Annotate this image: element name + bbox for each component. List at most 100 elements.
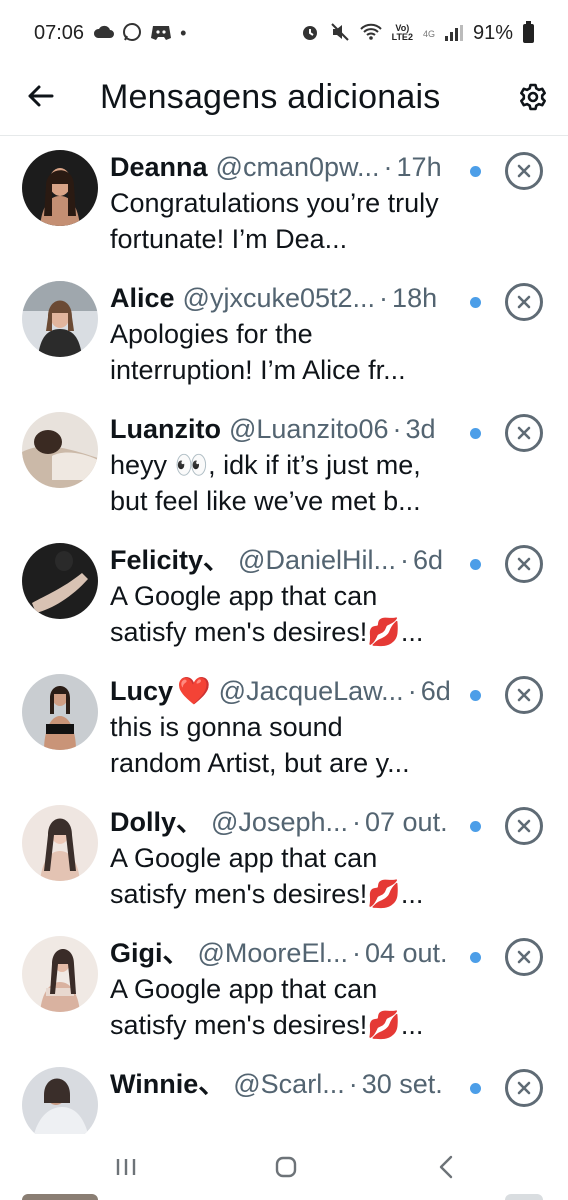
message-header: Luanzito @Luanzito06 · 3d: [110, 412, 490, 446]
sender-handle: @Joseph...: [211, 807, 348, 837]
sender-name: Felicity、: [110, 545, 231, 575]
message-content: Lucy ❤️ @JacqueLaw... · 6d this is gonna…: [110, 674, 490, 781]
battery-icon: [523, 20, 534, 43]
message-header: Alice @yjxcuke05t2... · 18h: [110, 281, 490, 315]
message-content: Dolly、 @Joseph... · 07 out. A Google app…: [110, 805, 490, 912]
separator-dot: ·: [383, 152, 393, 182]
home-icon[interactable]: [266, 1152, 306, 1182]
gear-icon[interactable]: [516, 80, 550, 114]
battery-percent: 91%: [472, 21, 513, 44]
sender-name: Luanzito: [110, 414, 221, 444]
list-item[interactable]: Gigi、 @MooreEl... · 04 out. A Google app…: [0, 922, 568, 1053]
wifi-icon: [359, 23, 382, 44]
list-item[interactable]: Lucy ❤️ @JacqueLaw... · 6d this is gonna…: [0, 660, 568, 791]
sender-name: Lucy: [110, 676, 174, 706]
unread-dot: [470, 952, 481, 963]
message-content: Gigi、 @MooreEl... · 04 out. A Google app…: [110, 936, 490, 1043]
separator-dot: ·: [348, 1069, 358, 1099]
message-snippet: Apologies for the interruption! I’m Alic…: [110, 319, 406, 385]
separator-dot: ·: [379, 283, 389, 313]
dismiss-close-icon[interactable]: [505, 807, 543, 845]
list-item[interactable]: Winnie、 @Scarl... · 30 set.: [0, 1053, 568, 1134]
message-time: 04 out.: [364, 938, 448, 968]
status-left: 07:06 •: [34, 22, 186, 45]
message-time: 6d: [413, 545, 444, 575]
message-time: 07 out.: [365, 807, 448, 837]
dismiss-close-icon[interactable]: [505, 152, 543, 190]
message-snippet: Congratulations you’re truly fortunate! …: [110, 188, 439, 254]
message-content: Felicity、 @DanielHil... · 6d A Google ap…: [110, 543, 490, 650]
list-item[interactable]: Alice @yjxcuke05t2... · 18h Apologies fo…: [0, 267, 568, 398]
unread-dot: [470, 166, 481, 177]
message-snippet: A Google app that can satisfy men's desi…: [110, 974, 424, 1040]
nav-back-icon[interactable]: [426, 1152, 466, 1182]
discord-icon: [150, 24, 172, 43]
dismiss-close-icon[interactable]: [505, 938, 543, 976]
message-header: Winnie、 @Scarl... · 30 set.: [110, 1067, 490, 1101]
list-item[interactable]: Dolly、 @Joseph... · 07 out. A Google app…: [0, 791, 568, 922]
message-snippet: this is gonna sound random Artist, but a…: [110, 712, 410, 778]
separator-dot: ·: [407, 676, 417, 706]
dismiss-close-icon[interactable]: [505, 283, 543, 321]
next-avatar-peek: [22, 1194, 98, 1200]
separator-dot: ·: [351, 938, 361, 968]
message-request-list[interactable]: Deanna @cman0pw... · 17h Congratulations…: [0, 136, 568, 1134]
message-header: Deanna @cman0pw... · 17h: [110, 150, 490, 184]
avatar[interactable]: [22, 674, 98, 750]
message-snippet: A Google app that can satisfy men's desi…: [110, 581, 424, 647]
message-content: Deanna @cman0pw... · 17h Congratulations…: [110, 150, 490, 257]
sender-handle: @Scarl...: [233, 1069, 345, 1099]
avatar[interactable]: [22, 150, 98, 226]
avatar[interactable]: [22, 1067, 98, 1134]
dismiss-close-icon[interactable]: [505, 676, 543, 714]
avatar[interactable]: [22, 543, 98, 619]
mute-icon: [330, 22, 350, 45]
sender-name: Deanna: [110, 152, 208, 182]
alarm-icon: [300, 22, 320, 45]
dismiss-close-icon[interactable]: [505, 545, 543, 583]
list-item[interactable]: Felicity、 @DanielHil... · 6d A Google ap…: [0, 529, 568, 660]
sender-name: Alice: [110, 283, 175, 313]
unread-dot: [470, 821, 481, 832]
sender-handle: @cman0pw...: [215, 152, 380, 182]
sender-name: Winnie、: [110, 1069, 226, 1099]
list-item[interactable]: Deanna @cman0pw... · 17h Congratulations…: [0, 136, 568, 267]
whatsapp-icon: [122, 22, 142, 45]
unread-dot: [470, 1083, 481, 1094]
sender-handle: @JacqueLaw...: [218, 676, 404, 706]
recents-icon[interactable]: [106, 1152, 146, 1182]
status-right: Vo) LTE2 4G 91%: [300, 20, 534, 45]
status-time: 07:06: [34, 21, 85, 44]
message-time: 3d: [405, 414, 436, 444]
message-content: Winnie、 @Scarl... · 30 set.: [110, 1067, 490, 1102]
cloud-icon: [92, 24, 115, 42]
list-item[interactable]: Luanzito @Luanzito06 · 3d heyy 👀, idk if…: [0, 398, 568, 529]
back-arrow-icon[interactable]: [24, 80, 56, 112]
message-header: Gigi、 @MooreEl... · 04 out.: [110, 936, 490, 970]
status-bar: 07:06 • Vo) LTE2 4G 91%: [0, 0, 568, 66]
sender-handle: @Luanzito06: [228, 414, 389, 444]
unread-dot: [470, 297, 481, 308]
message-content: Alice @yjxcuke05t2... · 18h Apologies fo…: [110, 281, 490, 388]
message-header: Lucy ❤️ @JacqueLaw... · 6d: [110, 674, 490, 708]
message-content: Luanzito @Luanzito06 · 3d heyy 👀, idk if…: [110, 412, 490, 519]
message-time: 6d: [420, 676, 451, 706]
separator-dot: ·: [352, 807, 361, 837]
unread-dot: [470, 428, 481, 439]
avatar[interactable]: [22, 936, 98, 1012]
message-snippet: A Google app that can satisfy men's desi…: [110, 843, 424, 909]
message-header: Felicity、 @DanielHil... · 6d: [110, 543, 490, 577]
message-snippet: heyy 👀, idk if it’s just me, but feel li…: [110, 450, 421, 516]
avatar[interactable]: [22, 412, 98, 488]
page-title: Mensagens adicionais: [100, 78, 441, 116]
dismiss-close-icon[interactable]: [505, 414, 543, 452]
app-header: Mensagens adicionais: [0, 66, 568, 136]
sender-handle: @MooreEl...: [197, 938, 348, 968]
avatar[interactable]: [22, 805, 98, 881]
next-dismiss-peek: [505, 1194, 543, 1200]
system-navigation-bar: [0, 1134, 568, 1200]
avatar[interactable]: [22, 281, 98, 357]
message-time: 17h: [396, 152, 442, 182]
dismiss-close-icon[interactable]: [505, 1069, 543, 1107]
separator-dot: ·: [392, 414, 402, 444]
